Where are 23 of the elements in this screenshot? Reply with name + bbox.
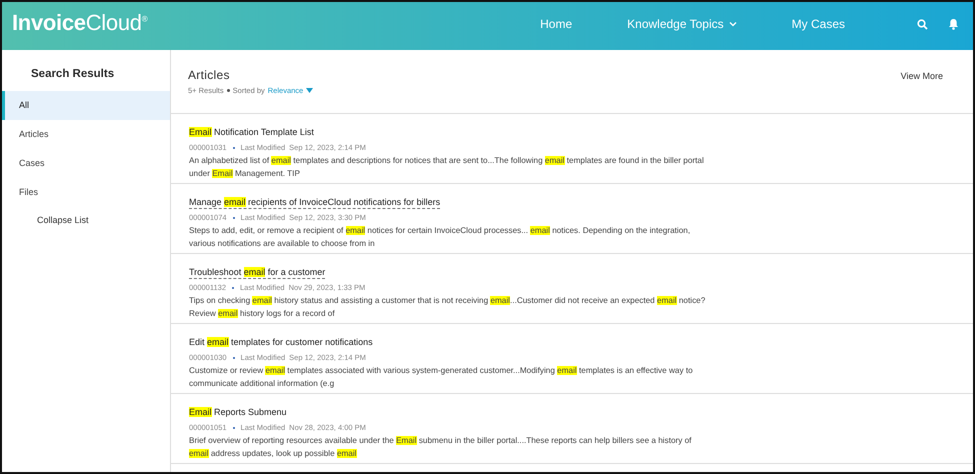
article-description: An alphabetized list of email templates and descriptions for notices that are sent to...The following email templates are found in the biller portal under Email Management. TIP: [189, 155, 705, 180]
results-title: Articles: [188, 68, 231, 82]
article-title-link[interactable]: Manage email recipients of InvoiceCloud notifications for billers: [189, 196, 440, 209]
collapse-list-link[interactable]: Collapse List: [37, 215, 89, 225]
search-icon[interactable]: [917, 18, 928, 30]
sidebar-title: Search Results: [31, 68, 116, 80]
article-description: Tips on checking email history status and assisting a customer that is not receiving email...Customer did not receive an expected email notice? Review email history logs for a record of: [189, 295, 706, 320]
article-title-link[interactable]: Email Notification Template List: [189, 126, 314, 138]
view-more-link[interactable]: View More: [900, 71, 943, 81]
article-title-link[interactable]: Troubleshoot email for a customer: [189, 266, 326, 279]
sidebar-item[interactable]: Files: [2, 178, 170, 207]
sidebar-item[interactable]: All: [2, 91, 170, 120]
sidebar-item[interactable]: Articles: [2, 120, 170, 149]
article-title-link[interactable]: Edit email templates for customer notifications: [189, 336, 373, 348]
bell-icon[interactable]: [948, 18, 959, 30]
bullet-icon: [226, 89, 230, 92]
chevron-down-icon: [728, 21, 737, 27]
caret-down-icon: [306, 88, 314, 93]
article-description: Steps to add, edit, or remove a recipient of email notices for certain InvoiceCloud processes... email notices. Depending on the integration, various notifications are available to choose from in: [189, 225, 692, 250]
article-description: Customize or review email templates associated with various system-generated customer...Modifying email templates is an effective way to communicate additional information (e.g: [189, 365, 694, 390]
article-title-link[interactable]: Email Reports Submenu: [189, 406, 287, 418]
sidebar-item[interactable]: Cases: [2, 149, 170, 178]
article-description: Brief overview of reporting resources available under the Email submenu in the biller portal....These reports can help billers see a history of email address updates, look up possible email: [189, 435, 692, 460]
